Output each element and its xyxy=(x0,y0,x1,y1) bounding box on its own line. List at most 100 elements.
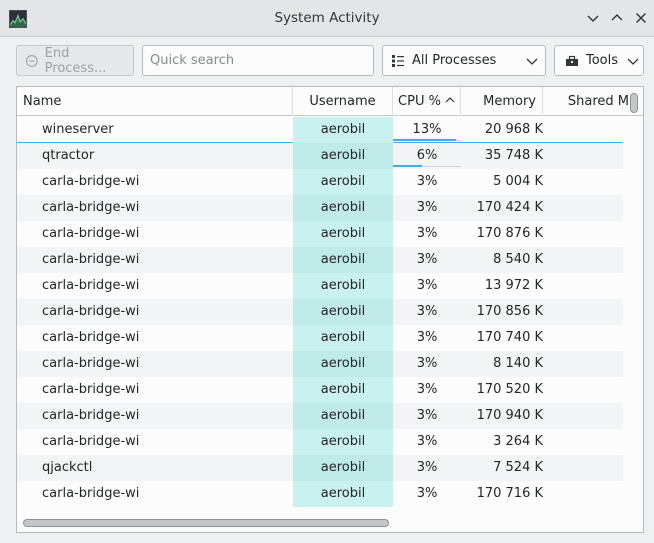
process-shared-memory: 13 2 xyxy=(557,195,623,221)
process-username: aerobil xyxy=(293,143,393,169)
process-shared-memory: 10 1 xyxy=(557,429,623,455)
process-memory: 170 424 K xyxy=(476,200,543,215)
column-header-memory[interactable]: Memory xyxy=(461,87,543,116)
process-username: aerobil xyxy=(293,169,393,195)
process-shared-memory: 23 9 xyxy=(557,455,623,481)
table-row[interactable]: qjackctl aerobil 3% 7 524 K 23 9 xyxy=(17,455,623,481)
process-username: aerobil xyxy=(293,403,393,429)
column-header-cpu[interactable]: CPU % xyxy=(393,87,461,116)
end-process-button[interactable]: End Process... xyxy=(16,45,134,76)
process-cpu-value: 3% xyxy=(416,200,438,215)
process-shared-memory: 9 8 xyxy=(557,481,623,507)
table-row[interactable]: carla-bridge-wi aerobil 3% 170 520 K 13 1 xyxy=(17,377,623,403)
table-row[interactable]: carla-bridge-wi aerobil 3% 8 140 K 9 8 xyxy=(17,351,623,377)
column-header-username[interactable]: Username xyxy=(293,87,393,116)
process-cpu: 3% xyxy=(393,221,461,247)
search-input[interactable] xyxy=(142,45,374,76)
process-cpu-value: 3% xyxy=(416,486,438,501)
table-row[interactable]: carla-bridge-wi aerobil 3% 170 940 K 13 2 xyxy=(17,403,623,429)
toolbox-icon xyxy=(566,55,578,66)
table-row[interactable]: carla-bridge-wi aerobil 3% 170 876 K 9 7 xyxy=(17,221,623,247)
titlebar[interactable]: System Activity xyxy=(0,0,654,37)
process-shared-memory: 1 3 xyxy=(557,117,623,143)
table-row[interactable]: carla-bridge-wi aerobil 3% 170 856 K 13 3 xyxy=(17,299,623,325)
process-shared-memory: 9 8 xyxy=(557,273,623,299)
process-shared-memory: 9 7 xyxy=(557,221,623,247)
process-cpu: 3% xyxy=(393,195,461,221)
process-shared-memory: 9 8 xyxy=(557,169,623,195)
process-cpu-value: 3% xyxy=(416,226,438,241)
process-name: carla-bridge-wi xyxy=(42,356,140,371)
table-header: Name Username CPU % Memory Shared M xyxy=(17,87,643,116)
table-row[interactable]: carla-bridge-wi aerobil 3% 170 716 K 9 8 xyxy=(17,481,623,507)
process-table[interactable]: Name Username CPU % Memory Shared M wine… xyxy=(16,86,644,533)
process-shared-memory-cell: 9 8 xyxy=(557,169,623,195)
process-username: aerobil xyxy=(293,221,393,247)
tools-menu-button[interactable]: Tools xyxy=(554,45,644,76)
process-username: aerobil xyxy=(293,351,393,377)
process-name: carla-bridge-wi xyxy=(42,486,140,501)
minimize-button[interactable] xyxy=(584,9,602,27)
cpu-usage-bar xyxy=(393,165,422,167)
process-cpu: 3% xyxy=(393,169,461,195)
column-header-name[interactable]: Name xyxy=(17,87,293,116)
process-memory: 5 004 K xyxy=(493,174,543,189)
vertical-scrollbar[interactable] xyxy=(625,87,643,507)
process-cpu-value: 6% xyxy=(416,148,438,163)
process-shared-memory-cell: 13 1 xyxy=(557,377,623,403)
sort-ascending-icon xyxy=(445,97,455,103)
process-name: carla-bridge-wi xyxy=(42,408,140,423)
process-username: aerobil xyxy=(293,195,393,221)
table-row[interactable]: wineserver aerobil 13% 20 968 K 1 3 xyxy=(17,117,623,143)
process-shared-memory: 9 8 xyxy=(557,351,623,377)
process-filter-select[interactable]: All Processes xyxy=(382,45,546,76)
process-shared-memory: 13 2 xyxy=(557,325,623,351)
table-row[interactable]: carla-bridge-wi aerobil 3% 5 004 K 9 8 xyxy=(17,169,623,195)
table-row[interactable]: carla-bridge-wi aerobil 3% 3 264 K 10 1 xyxy=(17,429,623,455)
process-memory: 170 940 K xyxy=(476,408,543,423)
table-row[interactable]: carla-bridge-wi aerobil 3% 170 424 K 13 2 xyxy=(17,195,623,221)
process-name: carla-bridge-wi xyxy=(42,382,140,397)
process-memory: 170 856 K xyxy=(476,304,543,319)
process-memory: 170 876 K xyxy=(476,226,543,241)
process-memory: 170 740 K xyxy=(476,330,543,345)
process-shared-memory-cell: 13 2 xyxy=(557,325,623,351)
table-row[interactable]: carla-bridge-wi aerobil 3% 170 740 K 13 2 xyxy=(17,325,623,351)
process-shared-memory: 13 3 xyxy=(557,299,623,325)
table-row[interactable]: carla-bridge-wi aerobil 3% 8 540 K 9 9 xyxy=(17,247,623,273)
table-row[interactable]: qtractor aerobil 6% 35 748 K 63 3 xyxy=(17,143,623,169)
process-name: carla-bridge-wi xyxy=(42,200,140,215)
end-process-label: End Process... xyxy=(44,45,107,76)
process-cpu: 3% xyxy=(393,325,461,351)
window-title: System Activity xyxy=(274,10,380,26)
process-shared-memory-cell: 63 3 xyxy=(557,143,623,169)
process-shared-memory: 9 9 xyxy=(557,247,623,273)
process-shared-memory-cell: 9 7 xyxy=(557,221,623,247)
process-cpu: 3% xyxy=(393,403,461,429)
process-memory: 7 524 K xyxy=(493,460,543,475)
process-cpu: 3% xyxy=(393,429,461,455)
process-username: aerobil xyxy=(293,377,393,403)
process-shared-memory-cell: 23 9 xyxy=(557,455,623,481)
horizontal-scrollbar-thumb[interactable] xyxy=(23,519,389,527)
process-name: carla-bridge-wi xyxy=(42,278,140,293)
process-shared-memory-cell: 9 9 xyxy=(557,247,623,273)
process-name: carla-bridge-wi xyxy=(42,252,140,267)
table-row[interactable]: carla-bridge-wi aerobil 3% 13 972 K 9 8 xyxy=(17,273,623,299)
process-memory: 3 264 K xyxy=(493,434,543,449)
maximize-button[interactable] xyxy=(608,9,626,27)
process-username: aerobil xyxy=(293,299,393,325)
process-memory: 8 540 K xyxy=(493,252,543,267)
process-memory: 20 968 K xyxy=(484,122,543,137)
chevron-down-icon xyxy=(526,58,538,65)
process-name: qtractor xyxy=(42,148,95,163)
process-cpu-value: 3% xyxy=(416,434,438,449)
horizontal-scrollbar[interactable] xyxy=(17,513,623,531)
close-button[interactable] xyxy=(632,9,650,27)
close-icon xyxy=(636,13,646,23)
process-cpu-value: 3% xyxy=(416,460,438,475)
process-shared-memory: 13 1 xyxy=(557,377,623,403)
vertical-scrollbar-thumb[interactable] xyxy=(630,93,638,113)
chevron-down-icon xyxy=(587,15,599,22)
process-list: wineserver aerobil 13% 20 968 K 1 3 qtractor a… xyxy=(17,117,623,509)
